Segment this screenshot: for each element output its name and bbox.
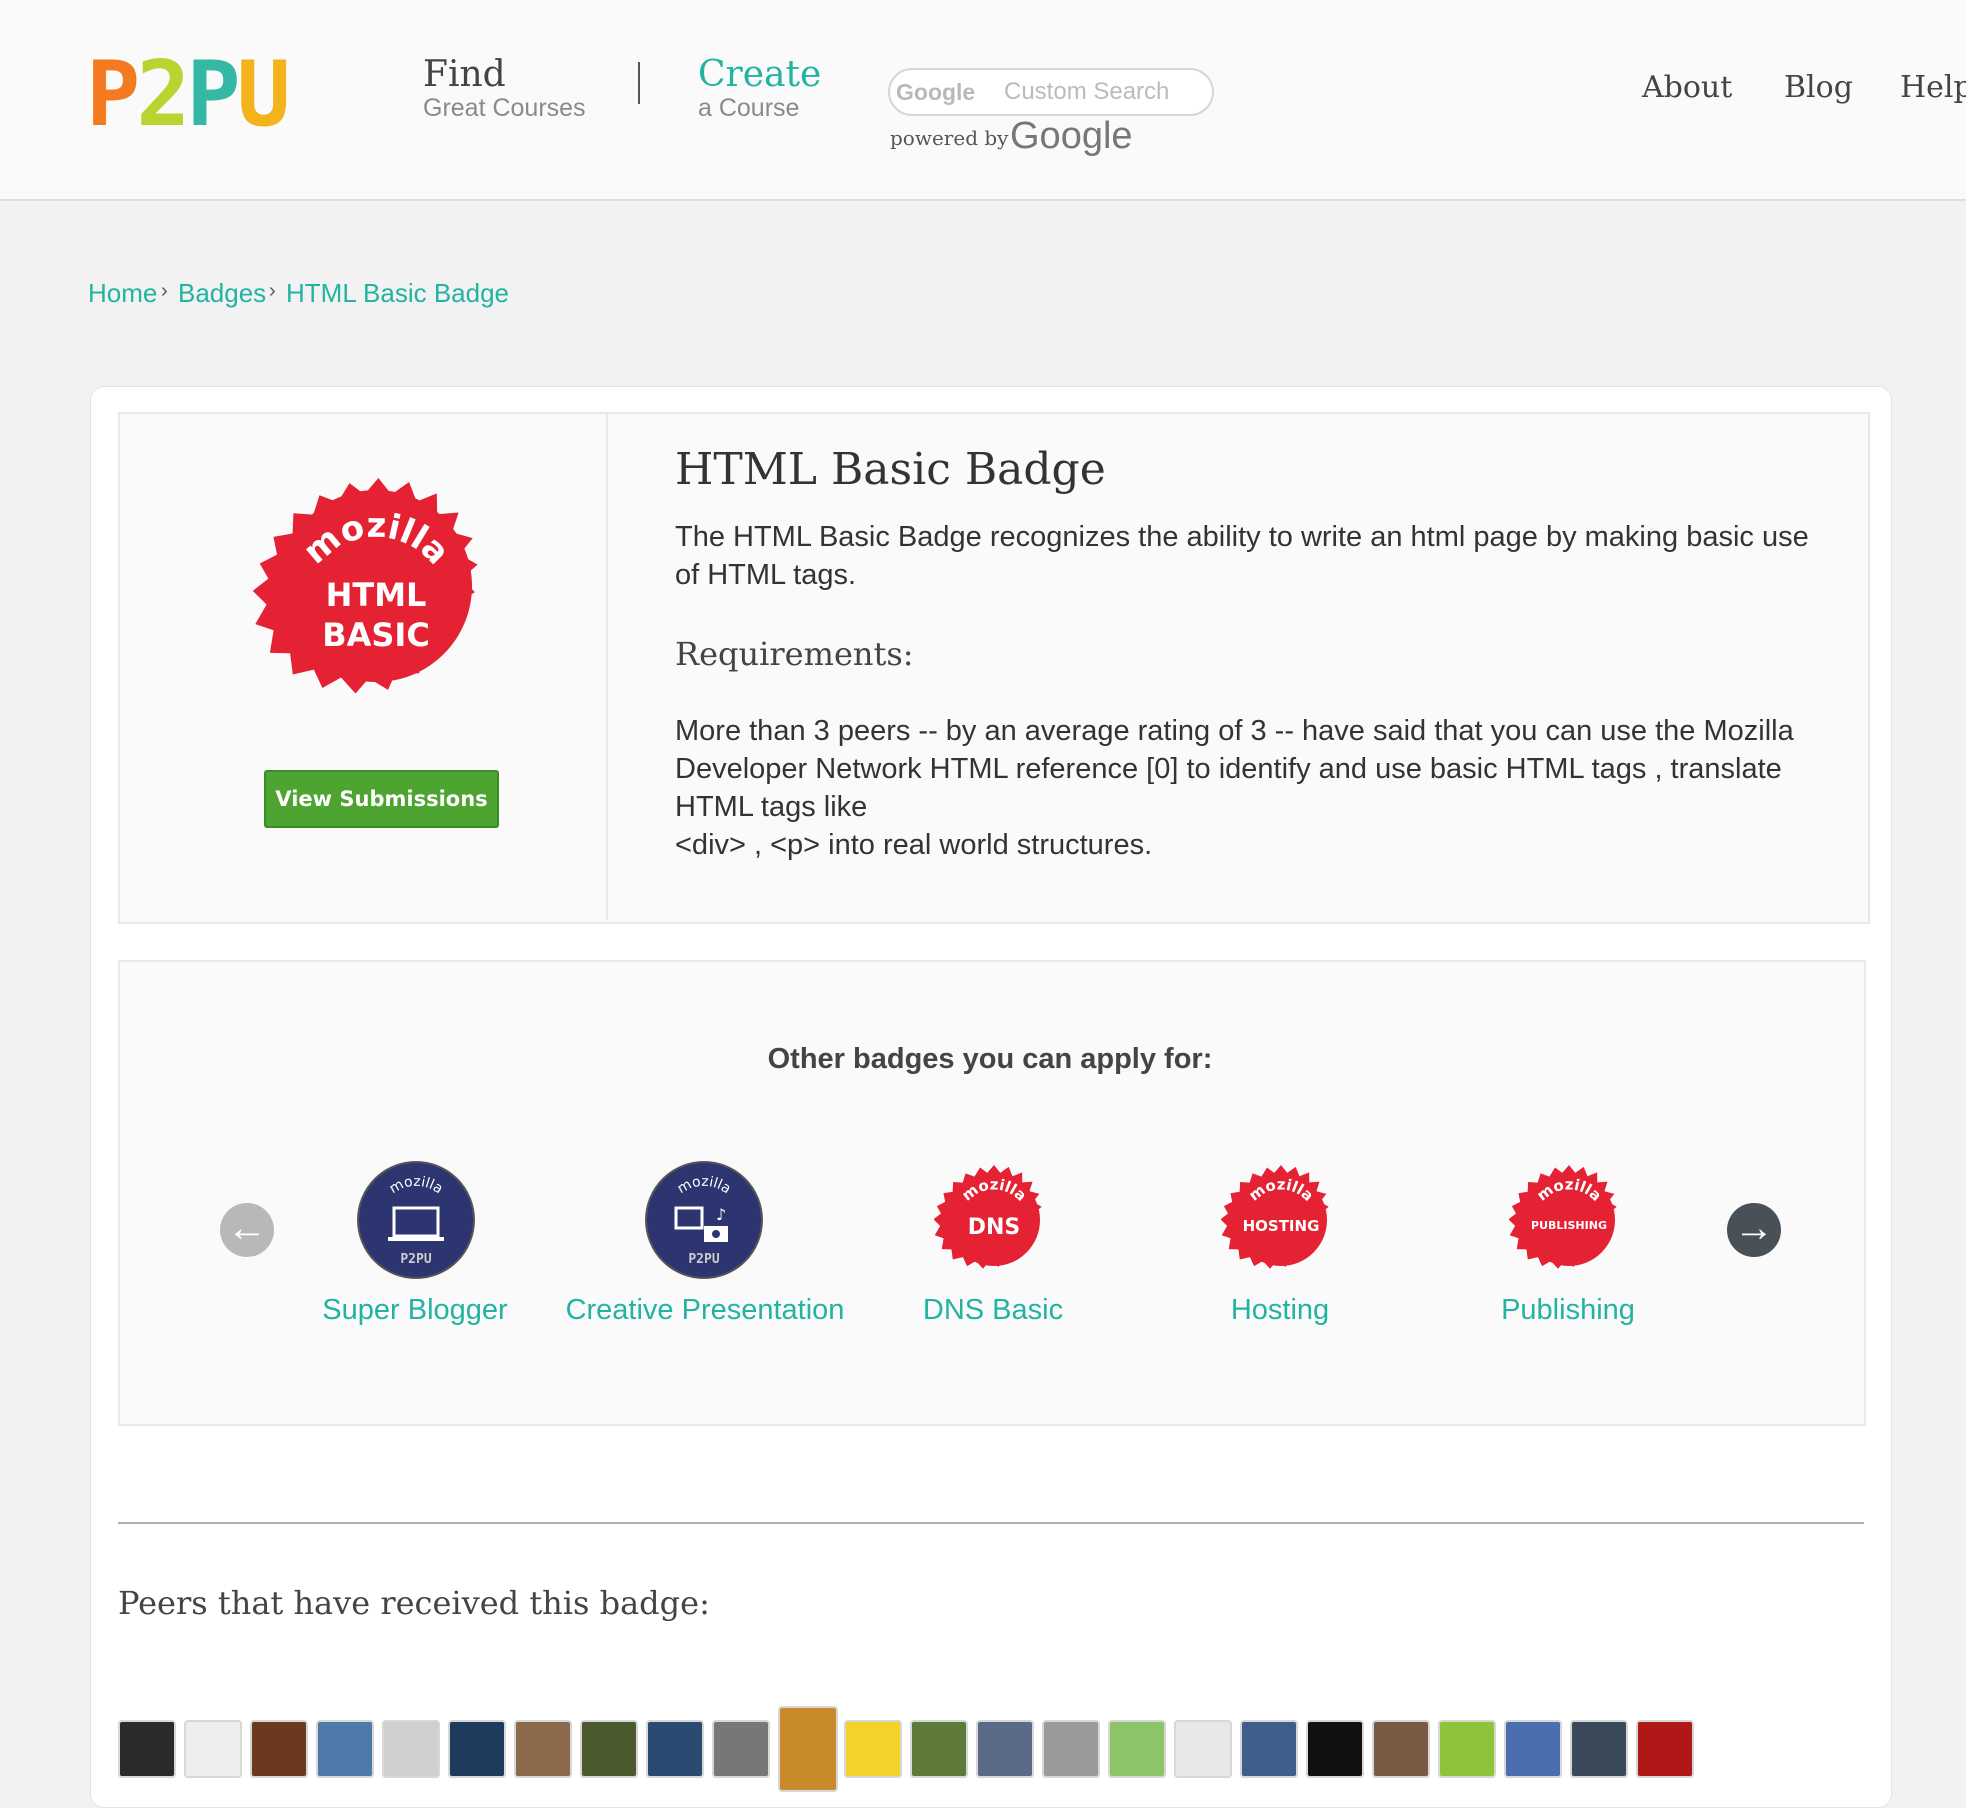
- svg-text:HOSTING: HOSTING: [1243, 1217, 1320, 1235]
- breadcrumb-current[interactable]: HTML Basic Badge: [286, 278, 509, 309]
- requirements-text: More than 3 peers -- by an average ratin…: [675, 712, 1815, 864]
- svg-text:P2PU: P2PU: [688, 1252, 719, 1267]
- carousel-prev-arrow-icon[interactable]: ←: [220, 1203, 274, 1257]
- site-header: P2PU Find Great Courses Create a Course …: [0, 0, 1966, 201]
- nav-find[interactable]: Find: [423, 54, 506, 95]
- svg-text:BASIC: BASIC: [322, 616, 430, 654]
- peer-avatar[interactable]: [382, 1720, 440, 1778]
- badge-label-dns-basic[interactable]: DNS Basic: [848, 1292, 1138, 1328]
- nav-blog[interactable]: Blog: [1784, 70, 1853, 105]
- card-divider: [606, 414, 608, 920]
- breadcrumb-separator: ›: [269, 280, 276, 302]
- badge-title: HTML Basic Badge: [675, 444, 1106, 495]
- peer-avatar[interactable]: [1042, 1720, 1100, 1778]
- svg-text:P2PU: P2PU: [400, 1252, 431, 1267]
- peer-avatar[interactable]: [1636, 1720, 1694, 1778]
- peers-heading: Peers that have received this badge:: [118, 1584, 710, 1622]
- badge-description: The HTML Basic Badge recognizes the abil…: [675, 521, 1809, 591]
- nav-help[interactable]: Help: [1900, 70, 1966, 105]
- nav-about[interactable]: About: [1642, 70, 1732, 105]
- badge-label-super-blogger[interactable]: Super Blogger: [270, 1292, 560, 1328]
- peer-avatar[interactable]: [910, 1720, 968, 1778]
- other-badges-heading: Other badges you can apply for:: [767, 1043, 1213, 1075]
- requirements-paragraph-2: <div> , <p> into real world structures.: [675, 829, 1153, 861]
- breadcrumb-separator: ›: [161, 280, 168, 302]
- svg-text:PUBLISHING: PUBLISHING: [1531, 1219, 1607, 1232]
- p2pu-logo[interactable]: P2PU: [86, 50, 291, 140]
- peer-avatar[interactable]: [184, 1720, 242, 1778]
- powered-by-label: powered by: [890, 126, 1009, 150]
- google-logo: Google: [1010, 115, 1133, 157]
- peer-avatar[interactable]: [646, 1720, 704, 1778]
- nav-find-sub[interactable]: Great Courses: [423, 94, 586, 123]
- peer-avatar[interactable]: [580, 1720, 638, 1778]
- hosting-badge-icon[interactable]: mozilla HOSTING: [1221, 1160, 1341, 1280]
- media-badge-icon[interactable]: mozilla ♪ P2PU: [644, 1160, 764, 1280]
- section-divider: [118, 1522, 1864, 1524]
- peer-avatar[interactable]: [1438, 1720, 1496, 1778]
- svg-text:DNS: DNS: [968, 1215, 1021, 1240]
- peer-avatar[interactable]: [514, 1720, 572, 1778]
- nav-divider: [638, 62, 640, 104]
- requirements-paragraph: More than 3 peers -- by an average ratin…: [675, 715, 1794, 823]
- peer-avatar[interactable]: [712, 1720, 770, 1778]
- svg-text:HTML: HTML: [326, 576, 427, 614]
- svg-text:♪: ♪: [716, 1205, 726, 1224]
- peer-avatar[interactable]: [1570, 1720, 1628, 1778]
- view-submissions-button[interactable]: View Submissions: [264, 770, 499, 828]
- badge-label-creative-presentation[interactable]: Creative Presentation: [560, 1292, 850, 1328]
- google-watermark: Google: [896, 79, 976, 105]
- badge-label-hosting[interactable]: Hosting: [1135, 1292, 1425, 1328]
- peer-avatar[interactable]: [1372, 1720, 1430, 1778]
- peer-avatar[interactable]: [778, 1706, 838, 1792]
- requirements-heading: Requirements:: [675, 635, 914, 673]
- peer-avatar[interactable]: [448, 1720, 506, 1778]
- carousel-next-arrow-icon[interactable]: →: [1727, 1203, 1781, 1257]
- search-input[interactable]: [1002, 76, 1196, 108]
- nav-create-sub[interactable]: a Course: [698, 94, 799, 123]
- publishing-badge-icon[interactable]: mozilla PUBLISHING: [1509, 1160, 1629, 1280]
- peer-avatar[interactable]: [316, 1720, 374, 1778]
- peer-avatar[interactable]: [118, 1720, 176, 1778]
- peer-avatar[interactable]: [1174, 1720, 1232, 1778]
- peer-avatar[interactable]: [1240, 1720, 1298, 1778]
- peer-avatar[interactable]: [250, 1720, 308, 1778]
- badge-label-publishing[interactable]: Publishing: [1423, 1292, 1713, 1328]
- peer-avatar[interactable]: [844, 1720, 902, 1778]
- peer-avatar[interactable]: [1504, 1720, 1562, 1778]
- nav-create[interactable]: Create: [698, 54, 821, 95]
- breadcrumb-badges[interactable]: Badges: [178, 278, 266, 309]
- html-basic-badge-icon: mozilla HTML BASIC: [252, 478, 478, 694]
- peer-avatar[interactable]: [976, 1720, 1034, 1778]
- peer-avatar[interactable]: [1306, 1720, 1364, 1778]
- search-box: Google: [888, 68, 1214, 116]
- dns-badge-icon[interactable]: mozilla DNS: [934, 1160, 1054, 1280]
- peer-avatar[interactable]: [1108, 1720, 1166, 1778]
- badge-label-clip: Creative Presentation: [560, 1292, 850, 1348]
- laptop-badge-icon[interactable]: mozilla P2PU: [356, 1160, 476, 1280]
- breadcrumb-home[interactable]: Home: [88, 278, 157, 309]
